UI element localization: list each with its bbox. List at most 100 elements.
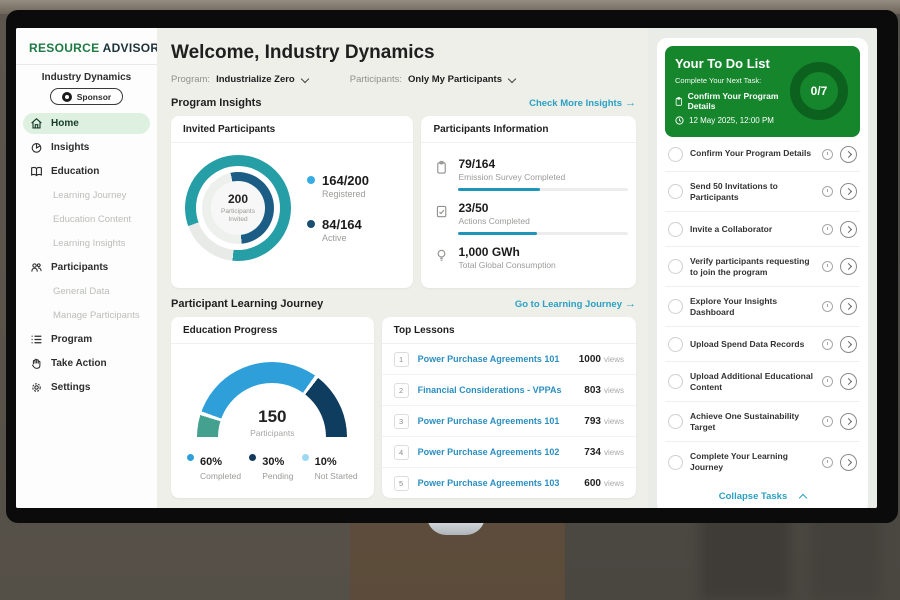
task-row[interactable]: Explore Your Insights Dashboard bbox=[665, 287, 860, 327]
take-action-icon bbox=[30, 357, 43, 370]
task-checkbox[interactable] bbox=[668, 222, 683, 237]
education-gauge-chart: 150 Participants bbox=[197, 362, 347, 438]
sponsor-label: Sponsor bbox=[77, 92, 111, 102]
org-name: Industry Dynamics bbox=[16, 72, 157, 83]
task-open-button[interactable] bbox=[840, 454, 857, 471]
task-checkbox[interactable] bbox=[668, 299, 683, 314]
todo-progress-ring: 0/7 bbox=[790, 62, 848, 120]
lesson-link[interactable]: Power Purchase Agreements 103 bbox=[418, 478, 585, 488]
sidebar-item-learning-insights[interactable]: Learning Insights bbox=[23, 233, 150, 254]
lesson-link[interactable]: Financial Considerations - VPPAs bbox=[418, 385, 585, 395]
stat-total-consumption: 1,000 GWh Total Global Consumption bbox=[435, 245, 622, 270]
lesson-row[interactable]: 4 Power Purchase Agreements 102 734 view… bbox=[382, 437, 636, 468]
participants-select[interactable]: Participants: Only My Participants bbox=[350, 74, 515, 85]
task-info-icon bbox=[822, 186, 833, 197]
bulb-icon bbox=[435, 248, 448, 263]
legend-pending: 30% Pending bbox=[249, 452, 293, 481]
legend-dot bbox=[249, 454, 256, 461]
task-checkbox[interactable] bbox=[668, 374, 683, 389]
lesson-row[interactable]: 5 Power Purchase Agreements 103 600 view… bbox=[382, 468, 636, 498]
task-checkbox[interactable] bbox=[668, 455, 683, 470]
sidebar-item-settings[interactable]: Settings bbox=[23, 377, 150, 398]
sidebar-item-general-data[interactable]: General Data bbox=[23, 281, 150, 302]
invited-donut-chart: 200 Participants Invited bbox=[185, 155, 291, 261]
lesson-link[interactable]: Power Purchase Agreements 101 bbox=[418, 354, 579, 364]
task-open-button[interactable] bbox=[840, 146, 857, 163]
todo-next-task: Confirm Your Program Details bbox=[688, 91, 790, 111]
check-more-insights-link[interactable]: Check More Insights→ bbox=[529, 97, 636, 109]
insights-icon bbox=[30, 141, 43, 154]
sidebar-item-education-content[interactable]: Education Content bbox=[23, 209, 150, 230]
legend-completed: 60% Completed bbox=[187, 452, 241, 481]
task-row[interactable]: Upload Additional Educational Content bbox=[665, 362, 860, 402]
chevron-down-icon bbox=[508, 74, 516, 82]
task-checkbox[interactable] bbox=[668, 147, 683, 162]
sidebar-item-insights[interactable]: Insights bbox=[23, 137, 150, 158]
sidebar: RESOURCE ADVISOR+ Industry Dynamics Spon… bbox=[16, 28, 157, 508]
survey-icon bbox=[435, 160, 448, 175]
participants-icon bbox=[30, 261, 43, 274]
lesson-link[interactable]: Power Purchase Agreements 101 bbox=[418, 416, 585, 426]
legend-dot bbox=[307, 176, 315, 184]
task-open-button[interactable] bbox=[840, 258, 857, 275]
program-insights-title: Program Insights bbox=[171, 97, 261, 109]
program-icon bbox=[30, 333, 43, 346]
participants-information-card: Participants Information 79/164 Emission… bbox=[421, 116, 636, 288]
stat-actions-completed: 23/50 Actions Completed bbox=[435, 201, 622, 235]
task-row[interactable]: Upload Spend Data Records bbox=[665, 327, 860, 362]
sponsor-icon bbox=[62, 92, 72, 102]
task-open-button[interactable] bbox=[840, 298, 857, 315]
arrow-right-icon: → bbox=[625, 97, 636, 109]
task-row[interactable]: Confirm Your Program Details bbox=[665, 137, 860, 172]
top-lessons-list: 1 Power Purchase Agreements 101 1000 vie… bbox=[382, 344, 636, 498]
task-info-icon bbox=[822, 224, 833, 235]
go-to-learning-journey-link[interactable]: Go to Learning Journey→ bbox=[515, 298, 636, 310]
lesson-link[interactable]: Power Purchase Agreements 102 bbox=[418, 447, 585, 457]
task-row[interactable]: Verify participants requesting to join t… bbox=[665, 247, 860, 287]
donut-center-label: Participants Invited bbox=[216, 208, 260, 225]
task-info-icon bbox=[822, 457, 833, 468]
todo-subtitle: Complete Your Next Task: bbox=[675, 76, 790, 85]
program-select[interactable]: Program: Industrialize Zero bbox=[171, 74, 308, 85]
lesson-row[interactable]: 1 Power Purchase Agreements 101 1000 vie… bbox=[382, 344, 636, 375]
task-checkbox[interactable] bbox=[668, 259, 683, 274]
chevron-up-icon bbox=[799, 493, 807, 501]
task-info-icon bbox=[822, 149, 833, 160]
app-logo: RESOURCE ADVISOR+ bbox=[16, 37, 157, 55]
clipboard-icon bbox=[675, 96, 683, 107]
task-row[interactable]: Complete Your Learning Journey bbox=[665, 442, 860, 481]
chevron-down-icon bbox=[300, 74, 308, 82]
sidebar-item-education[interactable]: Education bbox=[23, 161, 150, 182]
task-open-button[interactable] bbox=[840, 221, 857, 238]
task-info-icon bbox=[822, 339, 833, 350]
task-checkbox[interactable] bbox=[668, 337, 683, 352]
sidebar-item-participants[interactable]: Participants bbox=[23, 257, 150, 278]
task-row[interactable]: Invite a Collaborator bbox=[665, 212, 860, 247]
task-row[interactable]: Send 50 Invitations to Participants bbox=[665, 172, 860, 212]
task-open-button[interactable] bbox=[840, 373, 857, 390]
task-open-button[interactable] bbox=[840, 183, 857, 200]
sidebar-item-manage-participants[interactable]: Manage Participants bbox=[23, 305, 150, 326]
collapse-tasks-link[interactable]: Collapse Tasks bbox=[665, 482, 860, 508]
card-title: Participants Information bbox=[421, 116, 636, 143]
legend-not-started: 10% Not Started bbox=[302, 452, 358, 481]
donut-legend: 164/200 Registered 84/164 Active bbox=[307, 173, 369, 243]
sponsor-badge[interactable]: Sponsor bbox=[50, 88, 123, 105]
dashboard-screen: RESOURCE ADVISOR+ Industry Dynamics Spon… bbox=[16, 28, 877, 508]
home-icon bbox=[30, 117, 43, 130]
task-open-button[interactable] bbox=[840, 413, 857, 430]
page-title: Welcome, Industry Dynamics bbox=[171, 42, 636, 64]
sidebar-item-take-action[interactable]: Take Action bbox=[23, 353, 150, 374]
settings-icon bbox=[30, 381, 43, 394]
task-open-button[interactable] bbox=[840, 336, 857, 353]
sidebar-item-home[interactable]: Home bbox=[23, 113, 150, 134]
lesson-row[interactable]: 2 Financial Considerations - VPPAs 803 v… bbox=[382, 375, 636, 406]
actions-icon bbox=[435, 204, 448, 219]
sidebar-item-program[interactable]: Program bbox=[23, 329, 150, 350]
lesson-row[interactable]: 3 Power Purchase Agreements 101 793 view… bbox=[382, 406, 636, 437]
sidebar-item-learning-journey[interactable]: Learning Journey bbox=[23, 185, 150, 206]
task-checkbox[interactable] bbox=[668, 414, 683, 429]
task-info-icon bbox=[822, 261, 833, 272]
task-row[interactable]: Achieve One Sustainability Target bbox=[665, 402, 860, 442]
task-checkbox[interactable] bbox=[668, 184, 683, 199]
